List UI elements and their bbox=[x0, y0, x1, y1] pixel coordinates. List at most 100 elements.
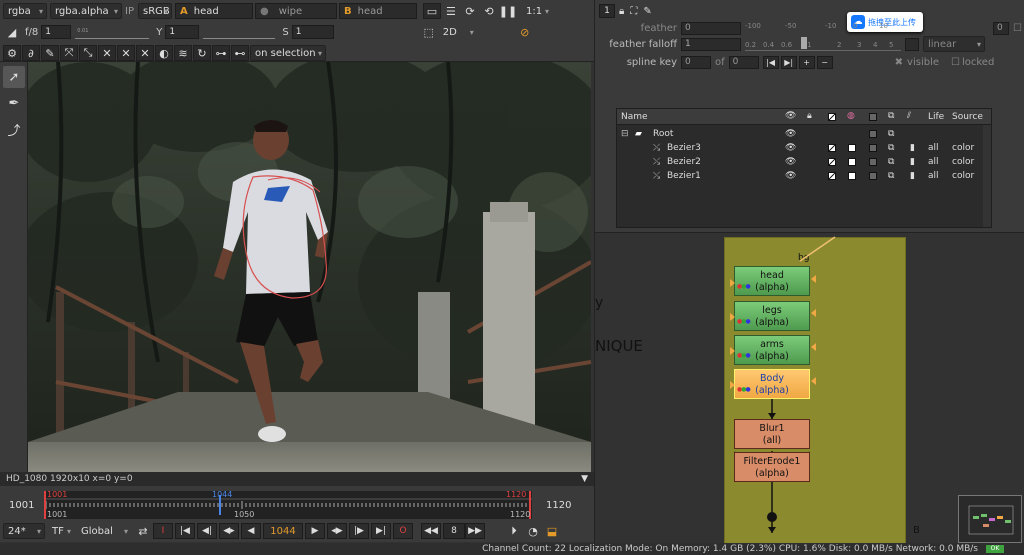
ip-button[interactable]: IP bbox=[125, 6, 134, 17]
feather-falloff-field[interactable]: 1 bbox=[681, 37, 741, 51]
smooth-icon[interactable]: ✕ bbox=[117, 45, 135, 61]
timeline-track[interactable]: 1001 1120 1044 1001 1050 1120 bbox=[44, 490, 532, 519]
wave-icon[interactable]: ≋ bbox=[174, 45, 192, 61]
play-backward-icon[interactable]: ◀ bbox=[241, 523, 261, 539]
gain-slider[interactable]: 0.01 bbox=[75, 25, 150, 39]
bezier1-blend-icon[interactable]: ⧉ bbox=[888, 171, 894, 181]
scope-dropdown[interactable]: Global bbox=[77, 523, 131, 539]
bezier-tool-icon[interactable]: ⤴ bbox=[3, 118, 25, 140]
add-key-icon[interactable]: ⊶ bbox=[212, 45, 230, 61]
feather-field[interactable]: 0 bbox=[681, 21, 741, 35]
locked-checkbox[interactable]: ☐ bbox=[951, 57, 960, 68]
maximize-icon[interactable]: ⛶ bbox=[630, 6, 637, 17]
timeline-start-field[interactable]: 1001 bbox=[9, 500, 34, 511]
feather-icon[interactable]: ◐ bbox=[155, 45, 173, 61]
out-marker-button[interactable]: O bbox=[393, 523, 413, 539]
bezier1-motionblur-icon[interactable]: ▮ bbox=[910, 171, 915, 181]
prev-key-icon[interactable]: |◀ bbox=[762, 55, 779, 69]
timecode-dropdown[interactable]: TF bbox=[48, 523, 74, 539]
select-tool-icon[interactable]: ➚ bbox=[3, 66, 25, 88]
transform-icon[interactable]: ⤧ bbox=[60, 45, 78, 61]
colorspace-dropdown[interactable]: sRGB bbox=[137, 3, 172, 19]
curves-scrollbar[interactable] bbox=[983, 125, 991, 227]
alpha-channel-dropdown[interactable]: rgba.alpha bbox=[50, 3, 122, 19]
y-slider[interactable] bbox=[203, 25, 276, 39]
spline-key-of-field[interactable]: 0 bbox=[728, 55, 759, 69]
bezier2-color-swatch[interactable] bbox=[848, 158, 856, 166]
pause-icon[interactable]: ❚❚ bbox=[499, 3, 517, 19]
delete-point-icon[interactable]: ✕ bbox=[136, 45, 154, 61]
bezier3-color-swatch[interactable] bbox=[848, 144, 856, 152]
node-graph-minimap[interactable] bbox=[958, 495, 1022, 543]
loop-icon[interactable]: ⇄ bbox=[134, 523, 152, 539]
pen-tool-icon[interactable]: ✒ bbox=[3, 92, 25, 114]
channels-dropdown[interactable]: rgba bbox=[3, 3, 47, 19]
skip-back-icon[interactable]: ◀◀ bbox=[421, 523, 441, 539]
feather-slider[interactable]: -100 -50 -10 0 10 bbox=[745, 22, 901, 34]
next-key-icon[interactable]: ▶| bbox=[780, 55, 797, 69]
node-body[interactable]: Body (alpha) ●●● bbox=[734, 369, 810, 399]
col-name[interactable]: Name bbox=[621, 112, 648, 122]
viewer-canvas[interactable] bbox=[28, 62, 591, 472]
curve-row-bezier3[interactable]: ⤯ Bezier3 👁︎ ⧉ ▮ all color bbox=[617, 141, 993, 155]
col-life[interactable]: Life bbox=[928, 112, 944, 122]
col-motionblur-icon[interactable]: ⫽ bbox=[907, 111, 911, 121]
spiral-icon[interactable]: ↻ bbox=[193, 45, 211, 61]
info-dropdown-icon[interactable]: ▼ bbox=[581, 472, 588, 486]
view-mode-dropdown[interactable]: 2D bbox=[439, 24, 477, 40]
bezier2-blend-icon[interactable]: ⧉ bbox=[888, 157, 894, 167]
input-b-selector[interactable]: B head bbox=[338, 3, 417, 19]
lock-icon[interactable]: 🔒︎ bbox=[619, 6, 624, 17]
col-visible-icon[interactable]: 👁︎ bbox=[785, 111, 796, 121]
cusp-icon[interactable]: ✕ bbox=[98, 45, 116, 61]
node-legs[interactable]: legs (alpha) ●●● bbox=[734, 301, 810, 331]
pen-icon[interactable]: ✎ bbox=[41, 45, 59, 61]
feather-on-checkbox[interactable]: ☐ bbox=[1013, 23, 1022, 34]
current-frame-field[interactable]: 1044 bbox=[263, 523, 303, 539]
col-overlay-icon[interactable] bbox=[869, 113, 877, 121]
col-blend-icon[interactable]: ⧉ bbox=[888, 111, 894, 121]
refresh-icon[interactable]: ⟳ bbox=[461, 3, 479, 19]
prev-key-icon[interactable]: ◀| bbox=[197, 523, 217, 539]
col-source[interactable]: Source bbox=[952, 112, 983, 122]
step-back-icon[interactable]: ◀▸ bbox=[219, 523, 239, 539]
curve-row-bezier1[interactable]: ⤯ Bezier1 👁︎ ⧉ ▮ all color bbox=[617, 169, 993, 183]
bezier1-invert-icon[interactable] bbox=[828, 172, 836, 180]
visible-icon[interactable]: ✖ bbox=[895, 57, 903, 68]
aperture-icon[interactable]: ◢ bbox=[3, 24, 21, 40]
step-forward-icon[interactable]: ◂▶ bbox=[327, 523, 347, 539]
node-head[interactable]: head (alpha) ●●● bbox=[734, 266, 810, 296]
selection-mode-dropdown[interactable]: on selection bbox=[250, 45, 326, 61]
bezier1-overlay-icon[interactable] bbox=[869, 172, 877, 180]
play-forward-icon[interactable]: ▶ bbox=[305, 523, 325, 539]
col-color-icon[interactable]: ◍ bbox=[847, 111, 855, 121]
bezier3-motionblur-icon[interactable]: ▮ bbox=[910, 143, 915, 153]
node-filtererode1[interactable]: FilterErode1 (alpha) bbox=[734, 452, 810, 482]
add-key-icon[interactable]: + bbox=[798, 55, 815, 69]
bezier2-motionblur-icon[interactable]: ▮ bbox=[910, 157, 915, 167]
collapse-icon[interactable]: ⊟ bbox=[621, 129, 629, 139]
falloff-curve-button[interactable] bbox=[905, 37, 919, 51]
edit-icon[interactable]: ✎ bbox=[643, 6, 651, 17]
frame-step-field[interactable]: 8 bbox=[443, 523, 465, 539]
gain-field[interactable]: 1 bbox=[41, 25, 72, 39]
bezier2-invert-icon[interactable] bbox=[828, 158, 836, 166]
bezier3-invert-icon[interactable] bbox=[828, 144, 836, 152]
flipbook-icon[interactable]: ⏵ bbox=[505, 523, 523, 539]
bezier3-blend-icon[interactable]: ⧉ bbox=[888, 143, 894, 153]
delete-key-icon[interactable]: − bbox=[816, 55, 833, 69]
remove-key-icon[interactable]: ⊷ bbox=[231, 45, 249, 61]
curve-row-root[interactable]: ⊟ ▰ Root 👁︎ ⧉ bbox=[617, 127, 993, 141]
falloff-slider-handle[interactable] bbox=[801, 37, 807, 49]
spline-key-field[interactable]: 0 bbox=[681, 55, 711, 69]
node-blur1[interactable]: Blur1 (all) bbox=[734, 419, 810, 449]
feather-extra-field[interactable]: 0 bbox=[993, 21, 1009, 35]
first-frame-icon[interactable]: |◀ bbox=[175, 523, 195, 539]
in-marker-button[interactable]: I bbox=[153, 523, 173, 539]
col-lock-icon[interactable]: 🔒︎ bbox=[807, 111, 812, 121]
transform-corner-icon[interactable]: ⤡ bbox=[79, 45, 97, 61]
bezier2-overlay-icon[interactable] bbox=[869, 158, 877, 166]
bezier3-overlay-icon[interactable] bbox=[869, 144, 877, 152]
node-graph[interactable]: y NIQUE bg head (alpha) ●●● legs (alpha)… bbox=[594, 232, 1024, 543]
list-icon[interactable]: ☰ bbox=[442, 3, 460, 19]
